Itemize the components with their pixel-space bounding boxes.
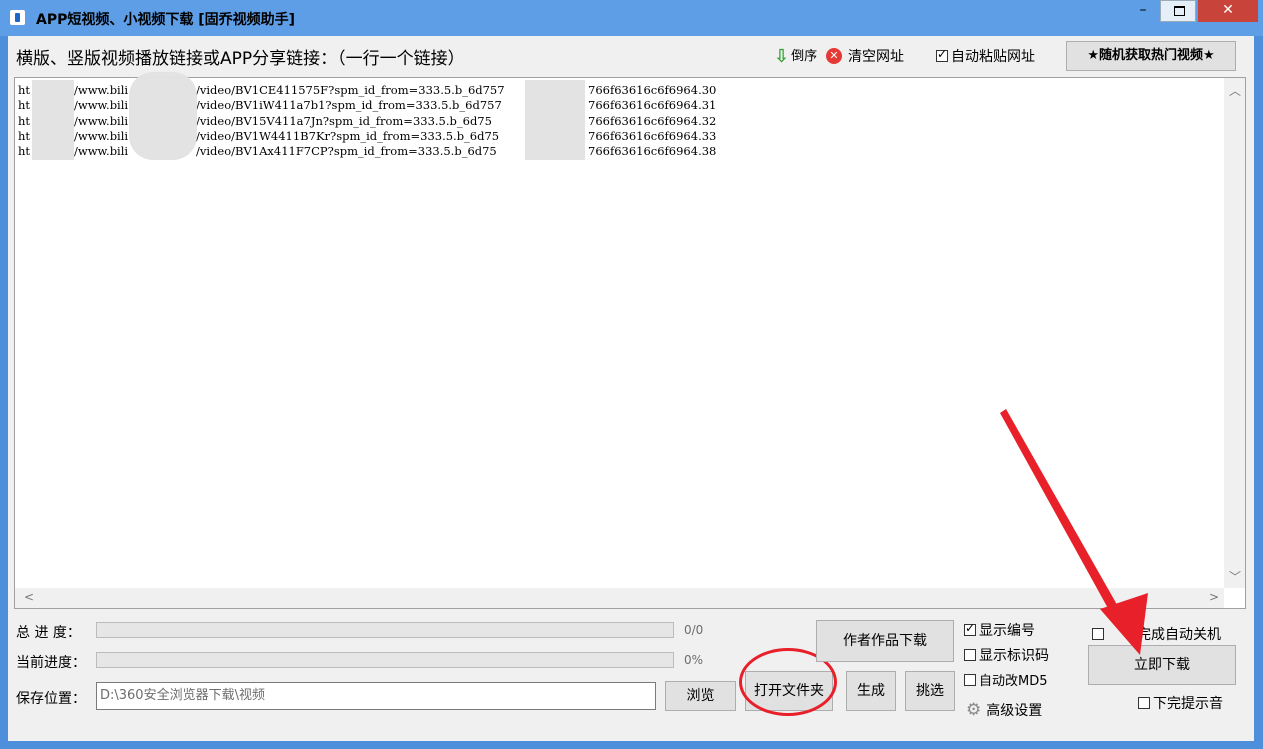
link-segment: 766f63616c6f6964.30 — [588, 83, 717, 97]
auto-paste-label: 自动粘贴网址 — [951, 49, 1035, 65]
annotation-arrow — [1000, 409, 1148, 655]
vertical-scrollbar[interactable]: ︿ ﹀ — [1224, 78, 1245, 588]
annotation-arrow-shaft — [1000, 409, 1124, 621]
auto-md5-checkbox[interactable]: 自动改MD5 — [964, 670, 1048, 689]
save-location-label: 保存位置： — [16, 691, 86, 707]
clear-icon: ✕ — [826, 48, 842, 64]
current-progress-bar — [96, 652, 674, 668]
generate-button[interactable]: 生成 — [846, 671, 896, 711]
show-mark-box[interactable] — [964, 649, 976, 661]
save-path-input[interactable]: D:\360安全浏览器下载\视频 — [96, 682, 656, 710]
link-segment: /video/BV1W4411B7Kr?spm_id_from=333.5.b_… — [196, 128, 500, 143]
link-segment: /www.bili — [74, 144, 129, 159]
total-progress-bar — [96, 622, 674, 638]
clear-urls-button[interactable]: ✕ 清空网址 — [826, 46, 904, 66]
link-segment: 766f63616c6f6964.38 — [588, 144, 717, 159]
current-progress-label: 当前进度： — [16, 655, 86, 671]
random-hot-videos-button[interactable]: ★随机获取热门视频★ — [1066, 41, 1236, 71]
current-progress-value: 0% — [684, 653, 704, 667]
link-segment: ht — [18, 83, 31, 97]
author-works-download-button[interactable]: 作者作品下载 — [816, 620, 954, 662]
redaction-mask — [525, 80, 585, 160]
link-segment: 766f63616c6f6964.33 — [588, 128, 717, 143]
link-segment: 766f63616c6f6964.32 — [588, 113, 717, 128]
minimize-button[interactable]: – — [1130, 0, 1156, 22]
gear-icon: ⚙ — [966, 700, 982, 720]
browse-button[interactable]: 浏览 — [665, 681, 736, 711]
link-segment: ht — [18, 113, 31, 128]
clear-urls-label: 清空网址 — [848, 49, 904, 65]
scroll-down-icon[interactable]: ﹀ — [1229, 568, 1241, 585]
advanced-settings-button[interactable]: ⚙ 高级设置 — [966, 700, 1042, 720]
auto-paste-checkbox[interactable]: 自动粘贴网址 — [936, 46, 1035, 66]
link-segment: /www.bili — [74, 113, 129, 128]
link-segment: ht — [18, 128, 31, 143]
maximize-button[interactable] — [1160, 0, 1196, 22]
redaction-mask — [32, 80, 74, 160]
filter-button[interactable]: 挑选 — [905, 671, 955, 711]
auto-md5-label: 自动改MD5 — [979, 674, 1048, 689]
link-segment: /video/BV1Ax411F7CP?spm_id_from=333.5.b_… — [196, 144, 497, 159]
auto-md5-box[interactable] — [964, 673, 976, 686]
window-title: APP短视频、小视频下载 [固乔视频助手] — [36, 12, 296, 28]
link-segment: ht — [18, 144, 31, 159]
total-progress-value: 0/0 — [684, 623, 704, 637]
arrow-down-icon: ⇩ — [774, 45, 790, 67]
done-sound-label: 下完提示音 — [1153, 696, 1223, 712]
link-segment: /www.bili — [74, 98, 129, 113]
link-segment: /video/BV15V411a7Jn?spm_id_from=333.5.b_… — [196, 113, 492, 128]
link-segment: /video/BV1iW411a7b1?spm_id_from=333.5.b_… — [196, 98, 502, 113]
scroll-up-icon[interactable]: ︿ — [1229, 82, 1241, 99]
reverse-order-label: 倒序 — [791, 48, 818, 64]
close-button[interactable]: ✕ — [1198, 0, 1258, 22]
reverse-order-button[interactable]: ⇩ 倒序 — [774, 41, 818, 71]
app-icon — [10, 10, 25, 25]
done-sound-box[interactable] — [1138, 697, 1150, 709]
scroll-left-icon[interactable]: < — [24, 590, 34, 604]
link-segment: /www.bili — [74, 128, 129, 143]
link-input-prompt: 横版、竖版视频播放链接或APP分享链接：（一行一个链接） — [16, 49, 465, 69]
show-number-box[interactable] — [964, 621, 976, 636]
auto-paste-box[interactable] — [936, 47, 948, 62]
advanced-settings-label: 高级设置 — [986, 703, 1043, 719]
scroll-right-icon[interactable]: > — [1209, 590, 1219, 604]
link-segment: ht — [18, 98, 31, 113]
redaction-mask — [129, 72, 197, 160]
total-progress-label: 总 进 度： — [16, 625, 81, 641]
link-segment: /www.bili — [74, 83, 129, 97]
link-segment: 766f63616c6f6964.31 — [588, 98, 717, 113]
done-sound-checkbox[interactable]: 下完提示音 — [1138, 693, 1223, 713]
link-segment: /video/BV1CE411575F?spm_id_from=333.5.b_… — [196, 83, 505, 97]
